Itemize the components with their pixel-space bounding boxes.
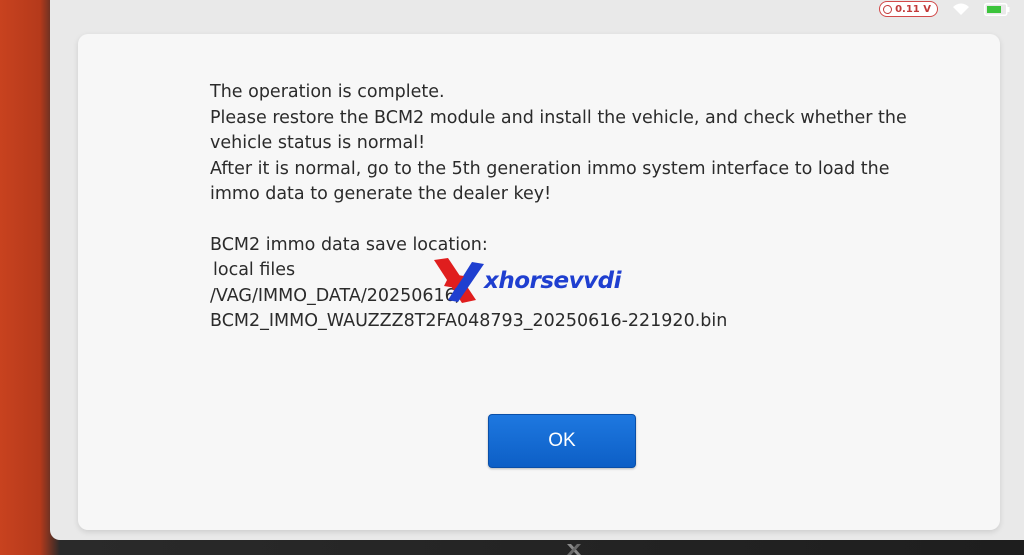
voltage-value: 0.11 V xyxy=(895,3,931,15)
status-bar: 0.11 V xyxy=(810,0,1024,18)
ok-button[interactable]: OK xyxy=(488,414,636,468)
wifi-icon xyxy=(952,3,970,16)
save-location-label: BCM2 immo data save location: xyxy=(210,234,488,255)
message-line: Please restore the BCM2 module and insta… xyxy=(210,107,907,154)
message-line: The operation is complete. xyxy=(210,82,445,102)
gauge-icon xyxy=(883,4,893,14)
voltage-badge: 0.11 V xyxy=(879,1,938,17)
battery-icon xyxy=(984,2,1010,16)
save-filename: BCM2_IMMO_WAUZZZ8T2FA048793_20250616-221… xyxy=(210,311,728,331)
message-line: After it is normal, go to the 5th genera… xyxy=(210,158,890,205)
bezel-x-logo-icon xyxy=(567,544,581,555)
tablet-device: 0.11 V The operation is complete. Please… xyxy=(0,0,1024,555)
tablet-screen: 0.11 V The operation is complete. Please… xyxy=(50,0,1024,540)
storage-type: local files xyxy=(213,260,296,280)
dialog-message: The operation is complete. Please restor… xyxy=(210,80,930,335)
save-path: /VAG/IMMO_DATA/20250616/ xyxy=(210,285,462,306)
completion-dialog: The operation is complete. Please restor… xyxy=(78,34,1000,530)
